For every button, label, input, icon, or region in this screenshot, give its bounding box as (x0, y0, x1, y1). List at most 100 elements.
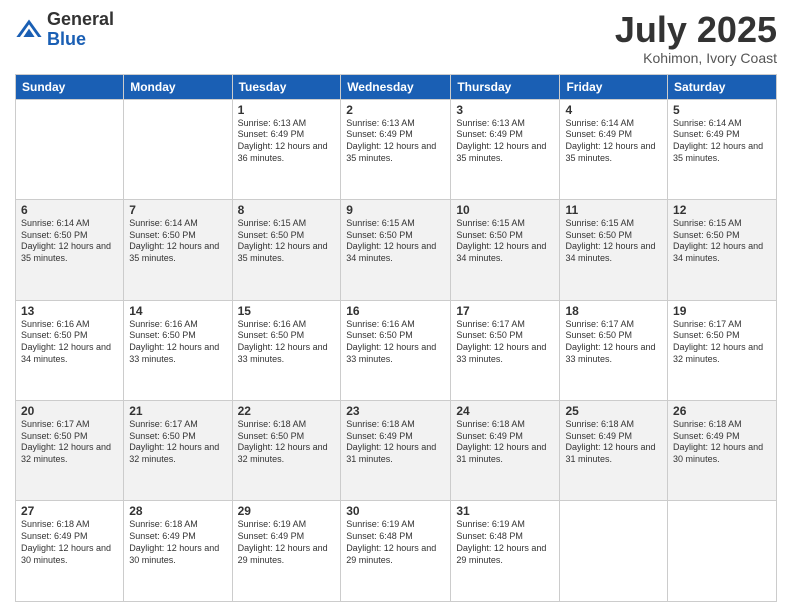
day-number: 10 (456, 203, 554, 217)
day-number: 27 (21, 504, 118, 518)
day-number: 14 (129, 304, 226, 318)
calendar-cell: 13Sunrise: 6:16 AMSunset: 6:50 PMDayligh… (16, 300, 124, 400)
cell-text: Sunrise: 6:19 AMSunset: 6:48 PMDaylight:… (456, 519, 546, 564)
calendar-week-5: 27Sunrise: 6:18 AMSunset: 6:49 PMDayligh… (16, 501, 777, 602)
day-number: 11 (565, 203, 662, 217)
cell-text: Sunrise: 6:15 AMSunset: 6:50 PMDaylight:… (346, 218, 436, 263)
page: General Blue July 2025 Kohimon, Ivory Co… (0, 0, 792, 612)
day-number: 3 (456, 103, 554, 117)
calendar-cell: 19Sunrise: 6:17 AMSunset: 6:50 PMDayligh… (668, 300, 777, 400)
day-header-friday: Friday (560, 74, 668, 99)
calendar-cell: 30Sunrise: 6:19 AMSunset: 6:48 PMDayligh… (341, 501, 451, 602)
day-number: 5 (673, 103, 771, 117)
calendar-header-row: SundayMondayTuesdayWednesdayThursdayFrid… (16, 74, 777, 99)
title-block: July 2025 Kohimon, Ivory Coast (615, 10, 777, 66)
calendar-cell: 26Sunrise: 6:18 AMSunset: 6:49 PMDayligh… (668, 401, 777, 501)
calendar-week-4: 20Sunrise: 6:17 AMSunset: 6:50 PMDayligh… (16, 401, 777, 501)
day-header-monday: Monday (124, 74, 232, 99)
calendar-cell: 14Sunrise: 6:16 AMSunset: 6:50 PMDayligh… (124, 300, 232, 400)
cell-text: Sunrise: 6:17 AMSunset: 6:50 PMDaylight:… (21, 419, 111, 464)
calendar-cell: 4Sunrise: 6:14 AMSunset: 6:49 PMDaylight… (560, 99, 668, 199)
cell-text: Sunrise: 6:17 AMSunset: 6:50 PMDaylight:… (565, 319, 655, 364)
day-header-tuesday: Tuesday (232, 74, 341, 99)
cell-text: Sunrise: 6:18 AMSunset: 6:49 PMDaylight:… (456, 419, 546, 464)
cell-text: Sunrise: 6:19 AMSunset: 6:48 PMDaylight:… (346, 519, 436, 564)
calendar-week-2: 6Sunrise: 6:14 AMSunset: 6:50 PMDaylight… (16, 200, 777, 300)
calendar-cell: 5Sunrise: 6:14 AMSunset: 6:49 PMDaylight… (668, 99, 777, 199)
day-number: 15 (238, 304, 336, 318)
day-number: 13 (21, 304, 118, 318)
calendar-cell: 18Sunrise: 6:17 AMSunset: 6:50 PMDayligh… (560, 300, 668, 400)
calendar-cell: 25Sunrise: 6:18 AMSunset: 6:49 PMDayligh… (560, 401, 668, 501)
cell-text: Sunrise: 6:16 AMSunset: 6:50 PMDaylight:… (238, 319, 328, 364)
cell-text: Sunrise: 6:14 AMSunset: 6:49 PMDaylight:… (565, 118, 655, 163)
calendar-cell: 29Sunrise: 6:19 AMSunset: 6:49 PMDayligh… (232, 501, 341, 602)
cell-text: Sunrise: 6:14 AMSunset: 6:49 PMDaylight:… (673, 118, 763, 163)
day-number: 26 (673, 404, 771, 418)
cell-text: Sunrise: 6:16 AMSunset: 6:50 PMDaylight:… (21, 319, 111, 364)
calendar-cell: 6Sunrise: 6:14 AMSunset: 6:50 PMDaylight… (16, 200, 124, 300)
cell-text: Sunrise: 6:13 AMSunset: 6:49 PMDaylight:… (238, 118, 328, 163)
cell-text: Sunrise: 6:15 AMSunset: 6:50 PMDaylight:… (565, 218, 655, 263)
day-number: 24 (456, 404, 554, 418)
day-number: 1 (238, 103, 336, 117)
day-number: 18 (565, 304, 662, 318)
logo: General Blue (15, 10, 114, 50)
calendar-cell: 22Sunrise: 6:18 AMSunset: 6:50 PMDayligh… (232, 401, 341, 501)
cell-text: Sunrise: 6:18 AMSunset: 6:49 PMDaylight:… (565, 419, 655, 464)
cell-text: Sunrise: 6:17 AMSunset: 6:50 PMDaylight:… (129, 419, 219, 464)
cell-text: Sunrise: 6:17 AMSunset: 6:50 PMDaylight:… (456, 319, 546, 364)
day-number: 16 (346, 304, 445, 318)
logo-blue: Blue (47, 30, 114, 50)
day-number: 29 (238, 504, 336, 518)
calendar-cell: 7Sunrise: 6:14 AMSunset: 6:50 PMDaylight… (124, 200, 232, 300)
cell-text: Sunrise: 6:15 AMSunset: 6:50 PMDaylight:… (673, 218, 763, 263)
day-number: 2 (346, 103, 445, 117)
day-number: 22 (238, 404, 336, 418)
calendar-week-1: 1Sunrise: 6:13 AMSunset: 6:49 PMDaylight… (16, 99, 777, 199)
calendar-week-3: 13Sunrise: 6:16 AMSunset: 6:50 PMDayligh… (16, 300, 777, 400)
day-number: 12 (673, 203, 771, 217)
day-number: 30 (346, 504, 445, 518)
calendar-cell: 28Sunrise: 6:18 AMSunset: 6:49 PMDayligh… (124, 501, 232, 602)
cell-text: Sunrise: 6:15 AMSunset: 6:50 PMDaylight:… (456, 218, 546, 263)
day-number: 17 (456, 304, 554, 318)
calendar-cell: 1Sunrise: 6:13 AMSunset: 6:49 PMDaylight… (232, 99, 341, 199)
cell-text: Sunrise: 6:14 AMSunset: 6:50 PMDaylight:… (129, 218, 219, 263)
day-number: 4 (565, 103, 662, 117)
calendar-cell: 24Sunrise: 6:18 AMSunset: 6:49 PMDayligh… (451, 401, 560, 501)
cell-text: Sunrise: 6:19 AMSunset: 6:49 PMDaylight:… (238, 519, 328, 564)
cell-text: Sunrise: 6:18 AMSunset: 6:49 PMDaylight:… (21, 519, 111, 564)
calendar-cell: 10Sunrise: 6:15 AMSunset: 6:50 PMDayligh… (451, 200, 560, 300)
calendar-cell: 17Sunrise: 6:17 AMSunset: 6:50 PMDayligh… (451, 300, 560, 400)
day-number: 9 (346, 203, 445, 217)
day-header-saturday: Saturday (668, 74, 777, 99)
calendar-cell: 23Sunrise: 6:18 AMSunset: 6:49 PMDayligh… (341, 401, 451, 501)
logo-general: General (47, 10, 114, 30)
cell-text: Sunrise: 6:13 AMSunset: 6:49 PMDaylight:… (456, 118, 546, 163)
day-number: 6 (21, 203, 118, 217)
logo-text: General Blue (47, 10, 114, 50)
calendar-cell: 15Sunrise: 6:16 AMSunset: 6:50 PMDayligh… (232, 300, 341, 400)
cell-text: Sunrise: 6:16 AMSunset: 6:50 PMDaylight:… (129, 319, 219, 364)
cell-text: Sunrise: 6:18 AMSunset: 6:49 PMDaylight:… (129, 519, 219, 564)
calendar-cell: 11Sunrise: 6:15 AMSunset: 6:50 PMDayligh… (560, 200, 668, 300)
day-number: 19 (673, 304, 771, 318)
day-number: 7 (129, 203, 226, 217)
calendar-cell (124, 99, 232, 199)
day-number: 20 (21, 404, 118, 418)
calendar-cell: 3Sunrise: 6:13 AMSunset: 6:49 PMDaylight… (451, 99, 560, 199)
cell-text: Sunrise: 6:16 AMSunset: 6:50 PMDaylight:… (346, 319, 436, 364)
calendar-cell: 8Sunrise: 6:15 AMSunset: 6:50 PMDaylight… (232, 200, 341, 300)
day-header-wednesday: Wednesday (341, 74, 451, 99)
calendar-cell: 16Sunrise: 6:16 AMSunset: 6:50 PMDayligh… (341, 300, 451, 400)
calendar-cell: 9Sunrise: 6:15 AMSunset: 6:50 PMDaylight… (341, 200, 451, 300)
calendar-cell (668, 501, 777, 602)
calendar-cell (560, 501, 668, 602)
cell-text: Sunrise: 6:18 AMSunset: 6:50 PMDaylight:… (238, 419, 328, 464)
calendar-table: SundayMondayTuesdayWednesdayThursdayFrid… (15, 74, 777, 602)
calendar-cell: 2Sunrise: 6:13 AMSunset: 6:49 PMDaylight… (341, 99, 451, 199)
calendar-cell (16, 99, 124, 199)
cell-text: Sunrise: 6:14 AMSunset: 6:50 PMDaylight:… (21, 218, 111, 263)
day-number: 23 (346, 404, 445, 418)
